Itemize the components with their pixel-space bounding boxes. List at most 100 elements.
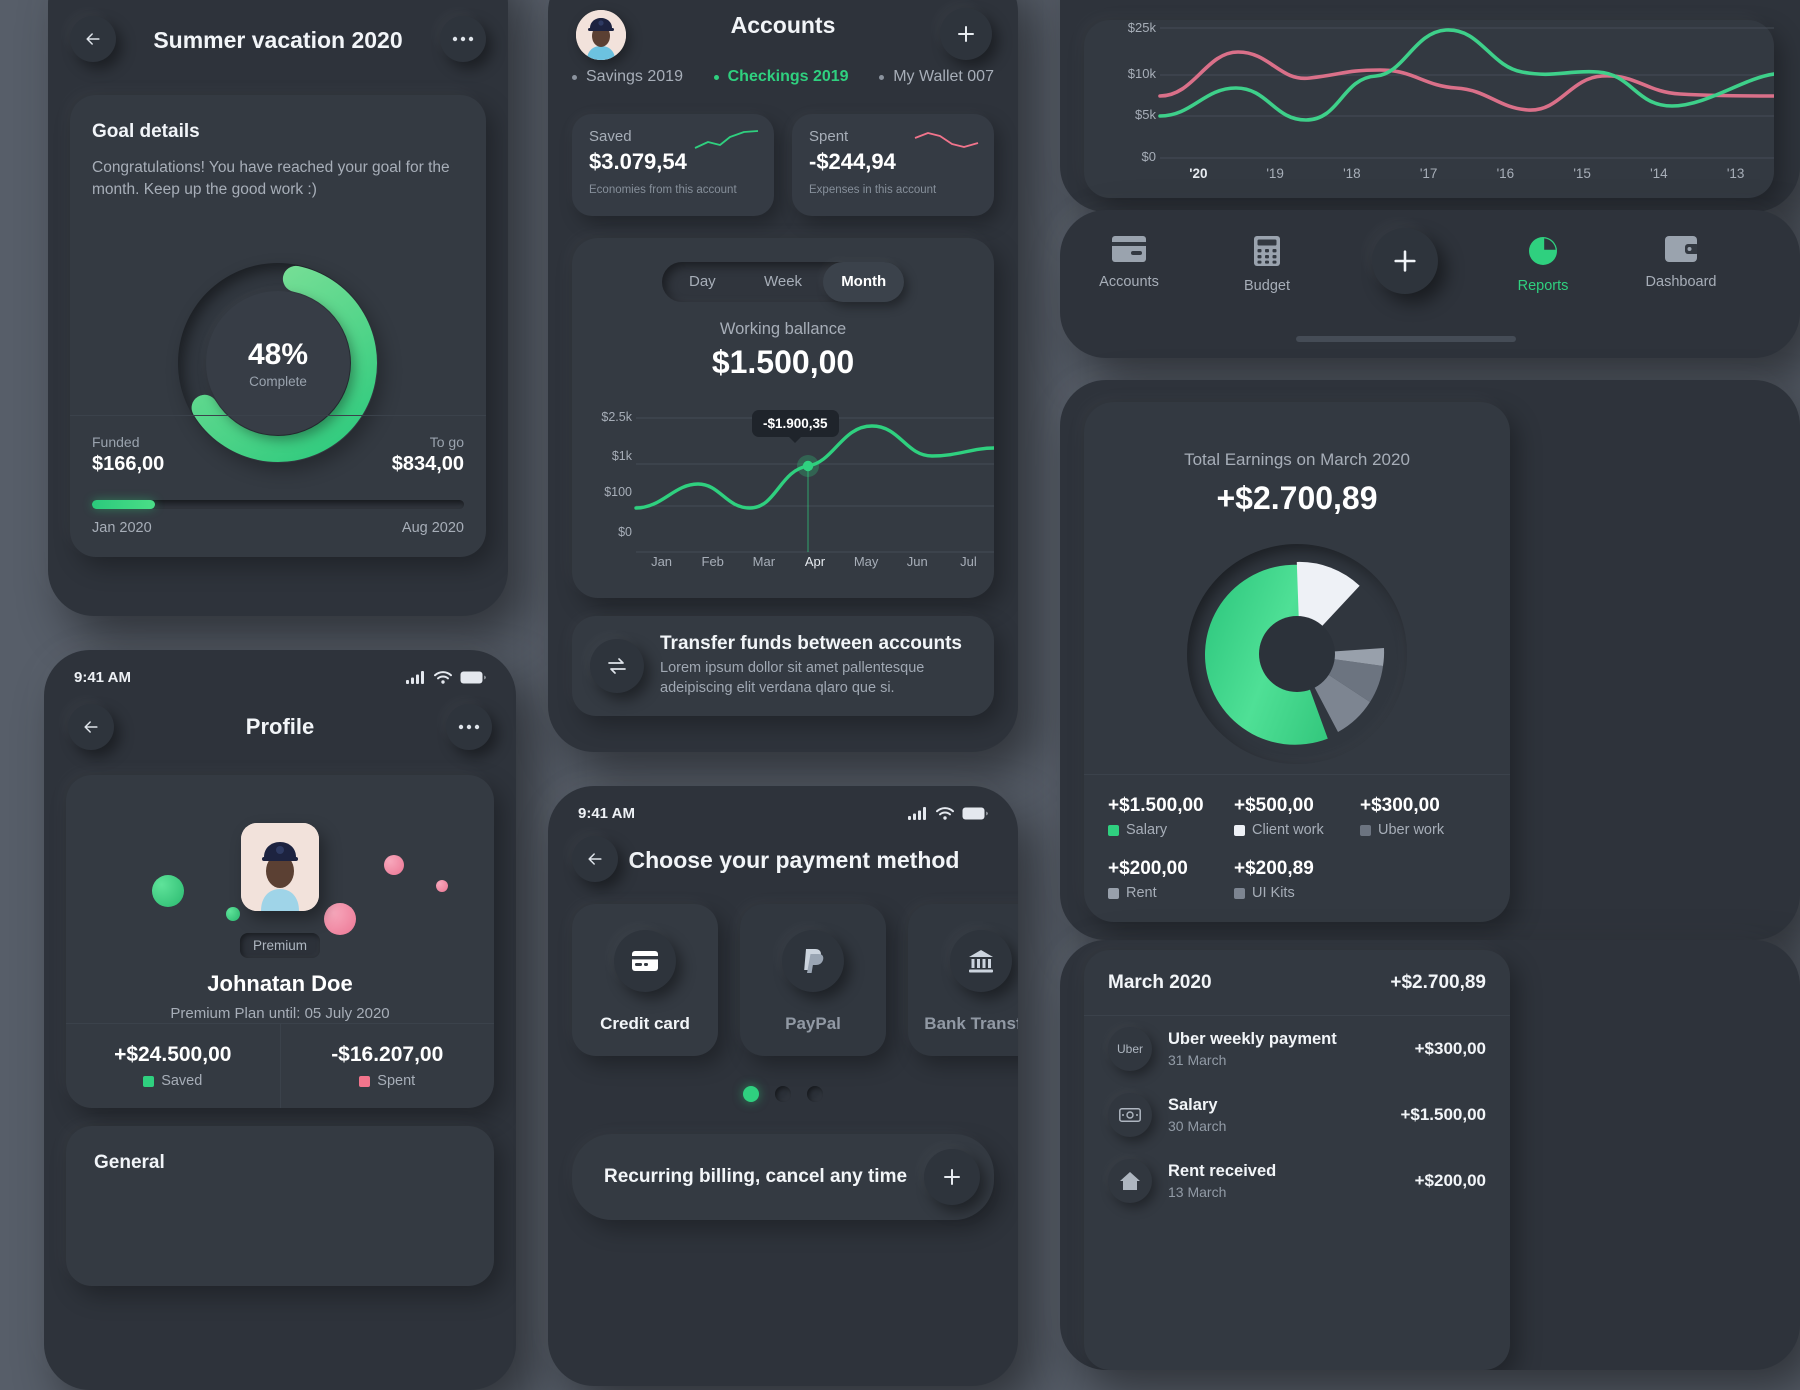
- legend-item-uber-work: +$300,00 Uber work: [1360, 795, 1486, 838]
- transactions-screen: March 2020 +$2.700,89 Uber Uber weekly p…: [1060, 940, 1800, 1370]
- x-tick-label: '16: [1496, 166, 1515, 181]
- goal-start-date: Jan 2020: [92, 520, 152, 536]
- segment-day[interactable]: Day: [662, 262, 743, 302]
- table-row[interactable]: Rent received 13 March +$200,00: [1084, 1148, 1510, 1214]
- x-tick-label: Jul: [960, 554, 977, 569]
- payment-options: Credit card PayPal Bank Trans: [572, 904, 1018, 1056]
- goal-details-screen: Summer vacation 2020 Goal details Congra…: [48, 0, 508, 616]
- legend-label: Salary: [1126, 822, 1168, 838]
- table-row[interactable]: Salary 30 March +$1.500,00: [1084, 1082, 1510, 1148]
- earnings-screen: Total Earnings on March 2020 +$2.700,89: [1060, 380, 1800, 940]
- legend-value: +$200,89: [1234, 858, 1314, 879]
- x-tick-label: '19: [1266, 166, 1284, 181]
- funded-label: Funded: [92, 434, 140, 450]
- wifi-icon: [434, 670, 452, 684]
- transfer-funds-card[interactable]: Transfer funds between accounts Lorem ip…: [572, 616, 994, 716]
- y-tick-label: $25k: [1127, 20, 1156, 35]
- plus-icon: [1394, 250, 1416, 272]
- avatar: [241, 823, 319, 911]
- goal-percent-label: Complete: [249, 373, 307, 389]
- years-chart-screen: $25k $10k $5k $0 '20 '19 '18 '17 '16 '15…: [1060, 0, 1800, 212]
- screenshot-stage: Summer vacation 2020 Goal details Congra…: [0, 0, 1800, 1390]
- recurring-add-button[interactable]: [924, 1149, 980, 1205]
- add-fab-button[interactable]: [1372, 228, 1438, 294]
- pager-dot-3[interactable]: [807, 1086, 823, 1102]
- goal-description: Congratulations! You have reached your g…: [92, 159, 450, 199]
- nav-item-accounts[interactable]: Accounts: [1074, 236, 1184, 290]
- legend-value: +$300,00: [1360, 795, 1440, 816]
- plus-icon: [958, 26, 974, 42]
- legend-label: Client work: [1252, 822, 1324, 838]
- recurring-billing-row[interactable]: Recurring billing, cancel any time: [572, 1134, 994, 1220]
- swatch-spent: [359, 1075, 371, 1087]
- pager-dot-1[interactable]: [743, 1086, 759, 1102]
- nav-item-add[interactable]: [1350, 228, 1460, 306]
- years-chart-card: $25k $10k $5k $0 '20 '19 '18 '17 '16 '15…: [1084, 20, 1776, 198]
- y-tick-label: $0: [618, 525, 632, 539]
- more-button[interactable]: [446, 704, 492, 750]
- spent-card[interactable]: Spent -$244,94 Expenses in this account: [792, 114, 994, 216]
- transaction-amount: +$300,00: [1414, 1039, 1486, 1058]
- home-icon: [1108, 1159, 1152, 1203]
- transactions-month: March 2020: [1108, 971, 1212, 993]
- togo-block: To go $834,00: [392, 434, 464, 476]
- donut-svg: [1205, 561, 1385, 745]
- legend-value: +$500,00: [1234, 795, 1314, 816]
- x-tick-label: Mar: [752, 554, 776, 569]
- back-button[interactable]: [70, 16, 116, 62]
- page-title: Summer vacation 2020: [153, 27, 403, 53]
- back-button[interactable]: [68, 704, 114, 750]
- bank-icon-circle: [950, 930, 1012, 992]
- profile-plan: Premium Plan until: 05 July 2020: [170, 1005, 390, 1022]
- paypal-icon: [804, 949, 824, 973]
- funded-value: $166,00: [92, 453, 165, 475]
- goal-percent: 48%: [247, 337, 309, 371]
- bullet-icon: [879, 74, 885, 80]
- legend-label: Uber work: [1378, 822, 1445, 838]
- add-account-button[interactable]: [940, 8, 992, 60]
- tab-my-wallet-007[interactable]: My Wallet 007: [879, 68, 994, 86]
- x-tick-label: Jan: [651, 554, 673, 569]
- general-section-card[interactable]: General: [66, 1126, 494, 1286]
- payment-option-paypal[interactable]: PayPal: [740, 904, 886, 1056]
- nav-item-reports[interactable]: Reports: [1488, 236, 1598, 294]
- x-tick-label: Jun: [906, 554, 928, 569]
- y-tick-label: $100: [604, 485, 632, 499]
- table-row[interactable]: Uber Uber weekly payment 31 March +$300,…: [1084, 1016, 1510, 1082]
- transfer-title: Transfer funds between accounts: [660, 633, 962, 655]
- payment-option-credit-card[interactable]: Credit card: [572, 904, 718, 1056]
- period-segmented-control: Day Week Month: [662, 262, 905, 302]
- status-badge: Premium: [239, 933, 321, 958]
- earnings-value: +$2.700,89: [1216, 480, 1378, 516]
- cellular-icon: [908, 806, 926, 820]
- transaction-date: 30 March: [1168, 1118, 1227, 1134]
- x-tick-label: '15: [1573, 166, 1591, 181]
- segment-week[interactable]: Week: [743, 262, 824, 302]
- nav-item-budget[interactable]: Budget: [1212, 236, 1322, 294]
- transaction-name: Rent received: [1168, 1162, 1277, 1180]
- togo-label: To go: [429, 434, 464, 450]
- tab-checkings-2019[interactable]: Checkings 2019: [713, 68, 849, 86]
- segment-month[interactable]: Month: [823, 262, 905, 302]
- page-title: Choose your payment method: [628, 847, 960, 873]
- stat-label: Saved: [161, 1073, 203, 1089]
- payment-option-label: PayPal: [785, 1014, 841, 1033]
- transfer-desc: Lorem ipsum dollor sit amet pallentesque…: [660, 660, 925, 696]
- back-button[interactable]: [572, 836, 618, 882]
- more-button[interactable]: [440, 16, 486, 62]
- account-tabs: Savings 2019 Checkings 2019 My Wallet 00…: [548, 68, 1018, 86]
- tab-savings-2019[interactable]: Savings 2019: [572, 68, 683, 86]
- nav-items: Accounts Budget Reports Dashboard: [1060, 228, 1750, 306]
- pager-dot-2[interactable]: [775, 1086, 791, 1102]
- nav-item-dashboard[interactable]: Dashboard: [1626, 236, 1736, 290]
- transactions-card: March 2020 +$2.700,89 Uber Uber weekly p…: [1084, 950, 1510, 1370]
- saved-card[interactable]: Saved $3.079,54 Economies from this acco…: [572, 114, 774, 216]
- y-tick-label: $0: [1141, 149, 1156, 164]
- ellipsis-icon: [452, 36, 474, 42]
- stat-value: -$16.207,00: [331, 1043, 444, 1066]
- arrow-left-icon: [588, 853, 602, 865]
- legend-label: Rent: [1126, 885, 1157, 901]
- transfer-icon-button[interactable]: [590, 639, 644, 693]
- payment-option-bank-transfer[interactable]: Bank Transfer: [908, 904, 1018, 1056]
- swatch-saved: [143, 1075, 155, 1087]
